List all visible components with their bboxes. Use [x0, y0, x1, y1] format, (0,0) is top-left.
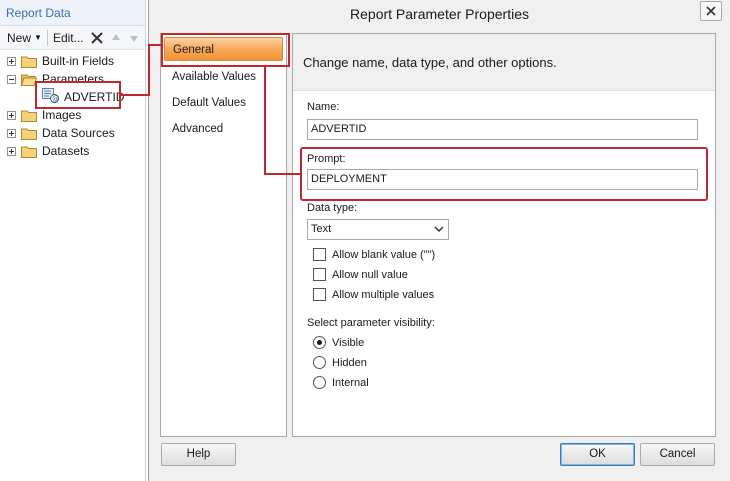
allow-blank-checkbox[interactable]	[313, 248, 326, 261]
name-field[interactable]: ADVERTID	[307, 119, 698, 140]
expand-icon[interactable]	[7, 56, 16, 66]
nav-available-values[interactable]: Available Values	[161, 64, 286, 90]
expand-icon[interactable]	[7, 146, 16, 156]
allow-null-checkbox-row[interactable]: Allow null value	[313, 268, 408, 281]
collapse-icon[interactable]	[7, 74, 16, 84]
tree-item-built-in-fields[interactable]: Built-in Fields	[0, 52, 145, 70]
tree-item-datasets[interactable]: Datasets	[0, 142, 145, 160]
connector-line	[264, 173, 301, 175]
nav-default-values[interactable]: Default Values	[161, 90, 286, 116]
dropdown-arrow-icon: ▼	[34, 33, 42, 42]
allow-multiple-label: Allow multiple values	[332, 288, 435, 301]
delete-icon	[90, 31, 103, 44]
new-button-label: New	[7, 30, 32, 45]
dialog-title: Report Parameter Properties	[350, 6, 529, 22]
edit-button[interactable]: Edit...	[50, 31, 87, 45]
expand-icon[interactable]	[7, 128, 16, 138]
tree-item-label: Datasets	[42, 144, 90, 158]
folder-icon	[21, 127, 37, 140]
chevron-down-icon	[434, 226, 444, 233]
visible-label: Visible	[332, 336, 365, 349]
allow-multiple-checkbox-row[interactable]: Allow multiple values	[313, 288, 434, 301]
folder-icon	[21, 145, 37, 158]
delete-button[interactable]	[87, 31, 107, 45]
internal-label: Internal	[332, 376, 369, 389]
folder-icon	[21, 55, 37, 68]
cancel-button[interactable]: Cancel	[640, 443, 715, 466]
tree-item-label: Images	[42, 108, 82, 122]
move-up-button[interactable]	[107, 32, 125, 44]
arrow-down-icon	[129, 35, 138, 42]
close-button[interactable]	[700, 1, 722, 21]
connector-line	[264, 67, 266, 175]
visibility-label: Select parameter visibility:	[307, 317, 435, 329]
hidden-radio[interactable]	[313, 356, 326, 369]
page-description: Change name, data type, and other option…	[293, 34, 715, 91]
internal-radio[interactable]	[313, 376, 326, 389]
parameter-highlight-box	[35, 81, 121, 109]
general-nav-highlight-box	[161, 33, 290, 67]
allow-multiple-checkbox[interactable]	[313, 288, 326, 301]
allow-blank-checkbox-row[interactable]: Allow blank value ("")	[313, 248, 435, 261]
toolbar-separator	[46, 29, 48, 46]
move-down-button[interactable]	[125, 32, 143, 44]
ok-button[interactable]: OK	[560, 443, 635, 466]
visible-radio[interactable]	[313, 336, 326, 349]
tree-item-label: Built-in Fields	[42, 54, 115, 68]
hidden-label: Hidden	[332, 356, 367, 369]
visible-radio-row[interactable]: Visible	[313, 336, 364, 349]
dialog-titlebar: Report Parameter Properties	[149, 0, 730, 29]
data-type-select[interactable]: Text	[307, 219, 449, 240]
dialog-nav: General Available Values Default Values …	[160, 33, 287, 437]
allow-blank-label: Allow blank value ("")	[332, 248, 436, 261]
report-data-title: Report Data	[0, 0, 145, 26]
help-button[interactable]: Help	[161, 443, 236, 466]
prompt-field[interactable]: DEPLOYMENT	[307, 169, 698, 190]
report-data-pane: Report Data New ▼ Edit... Built-in Field…	[0, 0, 146, 481]
new-button[interactable]: New ▼	[4, 31, 45, 45]
report-data-toolbar: New ▼ Edit...	[0, 26, 145, 50]
allow-null-checkbox[interactable]	[313, 268, 326, 281]
tree-item-label: Data Sources	[42, 126, 115, 140]
tree-item-data-sources[interactable]: Data Sources	[0, 124, 145, 142]
arrow-up-icon	[111, 33, 120, 40]
connector-line	[148, 44, 162, 46]
nav-advanced[interactable]: Advanced	[161, 116, 286, 142]
folder-icon	[21, 109, 37, 122]
hidden-radio-row[interactable]: Hidden	[313, 356, 367, 369]
name-label: Name:	[307, 101, 340, 113]
data-type-value: Text	[311, 223, 332, 235]
allow-null-label: Allow null value	[332, 268, 408, 281]
connector-line	[121, 94, 150, 96]
prompt-label: Prompt:	[307, 153, 346, 165]
data-type-label: Data type:	[307, 202, 358, 214]
connector-line	[148, 44, 150, 96]
general-page: Change name, data type, and other option…	[292, 33, 716, 437]
edit-button-label: Edit...	[52, 30, 84, 45]
expand-icon[interactable]	[7, 110, 16, 120]
report-parameter-properties-dialog: Report Parameter Properties General Avai…	[148, 0, 730, 481]
internal-radio-row[interactable]: Internal	[313, 376, 369, 389]
close-icon	[706, 6, 716, 16]
